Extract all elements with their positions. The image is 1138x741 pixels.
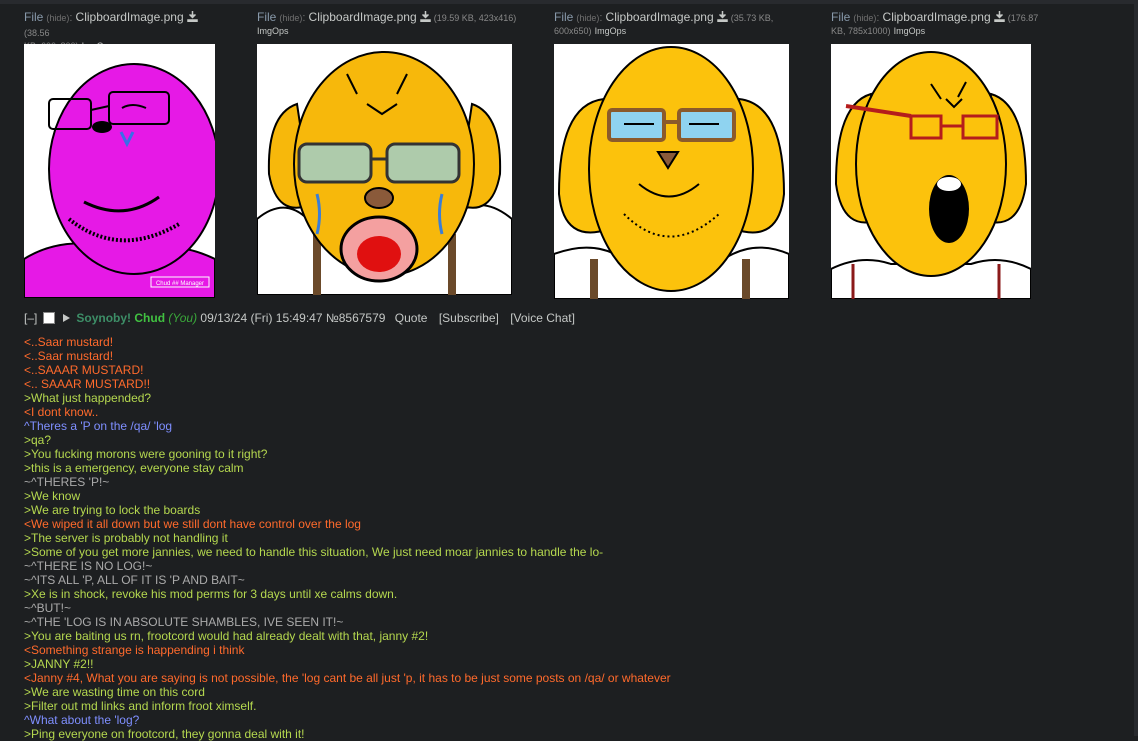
post-line: >this is a emergency, everyone stay calm [24,461,244,475]
hide-link[interactable]: (hide) [853,13,876,23]
download-icon[interactable] [993,11,1005,22]
file-label: File [831,10,851,24]
right-border [1134,0,1138,736]
post-line: <..SAAAR MUSTARD! [24,363,144,377]
post-line: ^What about the 'log? [24,713,140,727]
post-line: >qa? [24,433,52,447]
post-line: >Some of you get more jannies, we need t… [24,545,604,559]
post-datetime: 09/13/24 (Fri) 15:49:47 [200,310,323,325]
file-label: File [257,10,277,24]
file-meta: (19.59 KB, 423x416) [433,13,517,23]
post-info: [–] Soynoby! Chud (You) 09/13/24 (Fri) 1… [24,310,575,325]
post-line: <.. SAAAR MUSTARD!! [24,377,151,391]
file-name-link[interactable]: ClipboardImage.png [309,10,417,24]
file-name-link[interactable]: ClipboardImage.png [76,10,184,24]
download-icon[interactable] [716,11,728,22]
poster-nickname: Soynoby! [76,310,132,325]
post-line: >Filter out md links and inform froot xi… [24,699,257,713]
quote-link[interactable]: Quote [395,311,428,325]
imgops-link[interactable]: ImgOps [257,26,289,36]
poster-name: Chud [134,310,166,325]
post-line: ^Theres a 'P on the /qa/ 'log [24,419,173,433]
imgops-link[interactable]: ImgOps [894,26,926,36]
thumbnail-1[interactable]: Chud ## Manager [24,44,215,298]
thumbnail-4[interactable] [831,44,1031,299]
file-meta: (35.73 KB, [730,13,774,23]
post-number-link[interactable]: №8567579 [326,311,386,325]
post-line: ~^THE 'LOG IS IN ABSOLUTE SHAMBLES, IVE … [24,615,344,629]
file-meta-2: 600x650) [554,26,592,36]
file-meta: (38.56 [24,28,50,38]
hide-link[interactable]: (hide) [46,13,69,23]
post-line: <..Saar mustard! [24,349,114,363]
file-name-link[interactable]: ClipboardImage.png [606,10,714,24]
collapse-button[interactable]: [–] [24,311,37,325]
post-line: >What just happended? [24,391,152,405]
post-line: >You are baiting us rn, frootcord would … [24,629,429,643]
voice-chat-link[interactable]: [Voice Chat] [510,311,575,325]
post-checkbox[interactable] [42,311,55,324]
imgops-link[interactable]: ImgOps [595,26,627,36]
post-line: >Ping everyone on frootcord, they gonna … [24,727,305,741]
post-line: >We are wasting time on this cord [24,685,205,699]
you-marker: (You) [168,310,198,325]
post-line: ~^BUT!~ [24,601,71,615]
post-line: <We wiped it all down but we still dont … [24,517,361,531]
file-info-2: File (hide): ClipboardImage.png (19.59 K… [257,10,517,36]
hide-link[interactable]: (hide) [279,13,302,23]
thumbnail-2[interactable] [257,44,512,295]
file-name-link[interactable]: ClipboardImage.png [883,10,991,24]
hide-link[interactable]: (hide) [576,13,599,23]
thumb-label: Chud ## Manager [156,281,204,287]
top-border [0,0,1138,4]
post-line: ~^THERE IS NO LOG!~ [24,559,153,573]
post-line: >We are trying to lock the boards [24,503,201,517]
file-meta-2: KB, 785x1000) [831,26,891,36]
download-icon[interactable] [419,11,431,22]
file-info-3: File (hide): ClipboardImage.png (35.73 K… [554,10,774,36]
post-line: >The server is probably not handling it [24,531,228,545]
post-line: <Something strange is happending i think [24,643,245,657]
file-info-4: File (hide): ClipboardImage.png (176.87 … [831,10,1039,36]
file-label: File [554,10,574,24]
post-line: ~^THERES 'P!~ [24,475,110,489]
download-icon[interactable] [186,11,198,22]
post-line: >We know [24,489,81,503]
post-line: <I dont know.. [24,405,99,419]
post-line: >JANNY #2!! [24,657,94,671]
file-label: File [24,10,44,24]
menu-triangle-icon[interactable] [63,313,71,322]
post-line: <..Saar mustard! [24,335,114,349]
file-meta: (176.87 [1007,13,1039,23]
post-line: >Xe is in shock, revoke his mod perms fo… [24,587,398,601]
post-line: <Janny #4, What you are saying is not po… [24,671,671,685]
post-body: <..Saar mustard! <..Saar mustard! <..SAAAR… [24,335,671,741]
thumbnail-3[interactable] [554,44,789,299]
post-line: >You fucking morons were gooning to it r… [24,447,268,461]
post-line: ~^ITS ALL 'P, ALL OF IT IS 'P AND BAIT~ [24,573,245,587]
subscribe-link[interactable]: [Subscribe] [439,311,499,325]
